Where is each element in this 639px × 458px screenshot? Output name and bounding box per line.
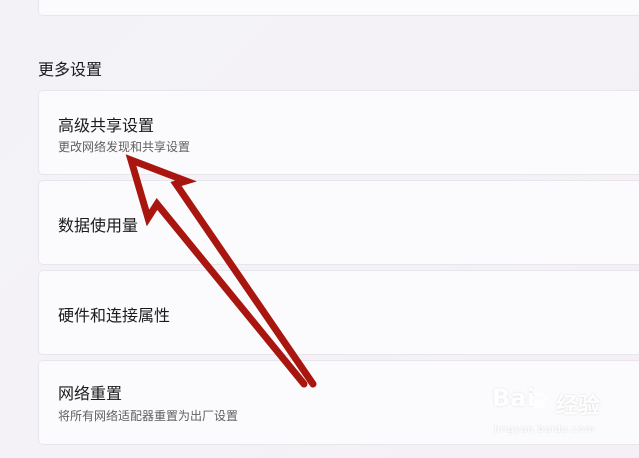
previous-settings-card[interactable] <box>38 0 639 16</box>
advanced-sharing-settings-subtitle: 更改网络发现和共享设置 <box>58 140 191 154</box>
baidu-jingyan-brand: 经验 <box>556 394 601 419</box>
hardware-connection-properties-item[interactable]: 硬件和连接属性 <box>38 270 639 355</box>
paw-icon <box>529 391 549 409</box>
hardware-connection-properties-title: 硬件和连接属性 <box>58 306 171 325</box>
network-reset-title: 网络重置 <box>58 384 123 403</box>
data-usage-title: 数据使用量 <box>58 216 139 235</box>
baidu-jingyan-watermark: Bai 经验 jingyan.baidu.com <box>492 384 632 444</box>
watermark-url: jingyan.baidu.com <box>494 424 595 435</box>
data-usage-item[interactable]: 数据使用量 <box>38 180 639 265</box>
section-title: 更多设置 <box>38 60 103 79</box>
advanced-sharing-settings-item[interactable]: 高级共享设置 更改网络发现和共享设置 <box>38 90 639 175</box>
advanced-sharing-settings-title: 高级共享设置 <box>58 116 155 135</box>
network-reset-subtitle: 将所有网络适配器重置为出厂设置 <box>58 409 239 423</box>
